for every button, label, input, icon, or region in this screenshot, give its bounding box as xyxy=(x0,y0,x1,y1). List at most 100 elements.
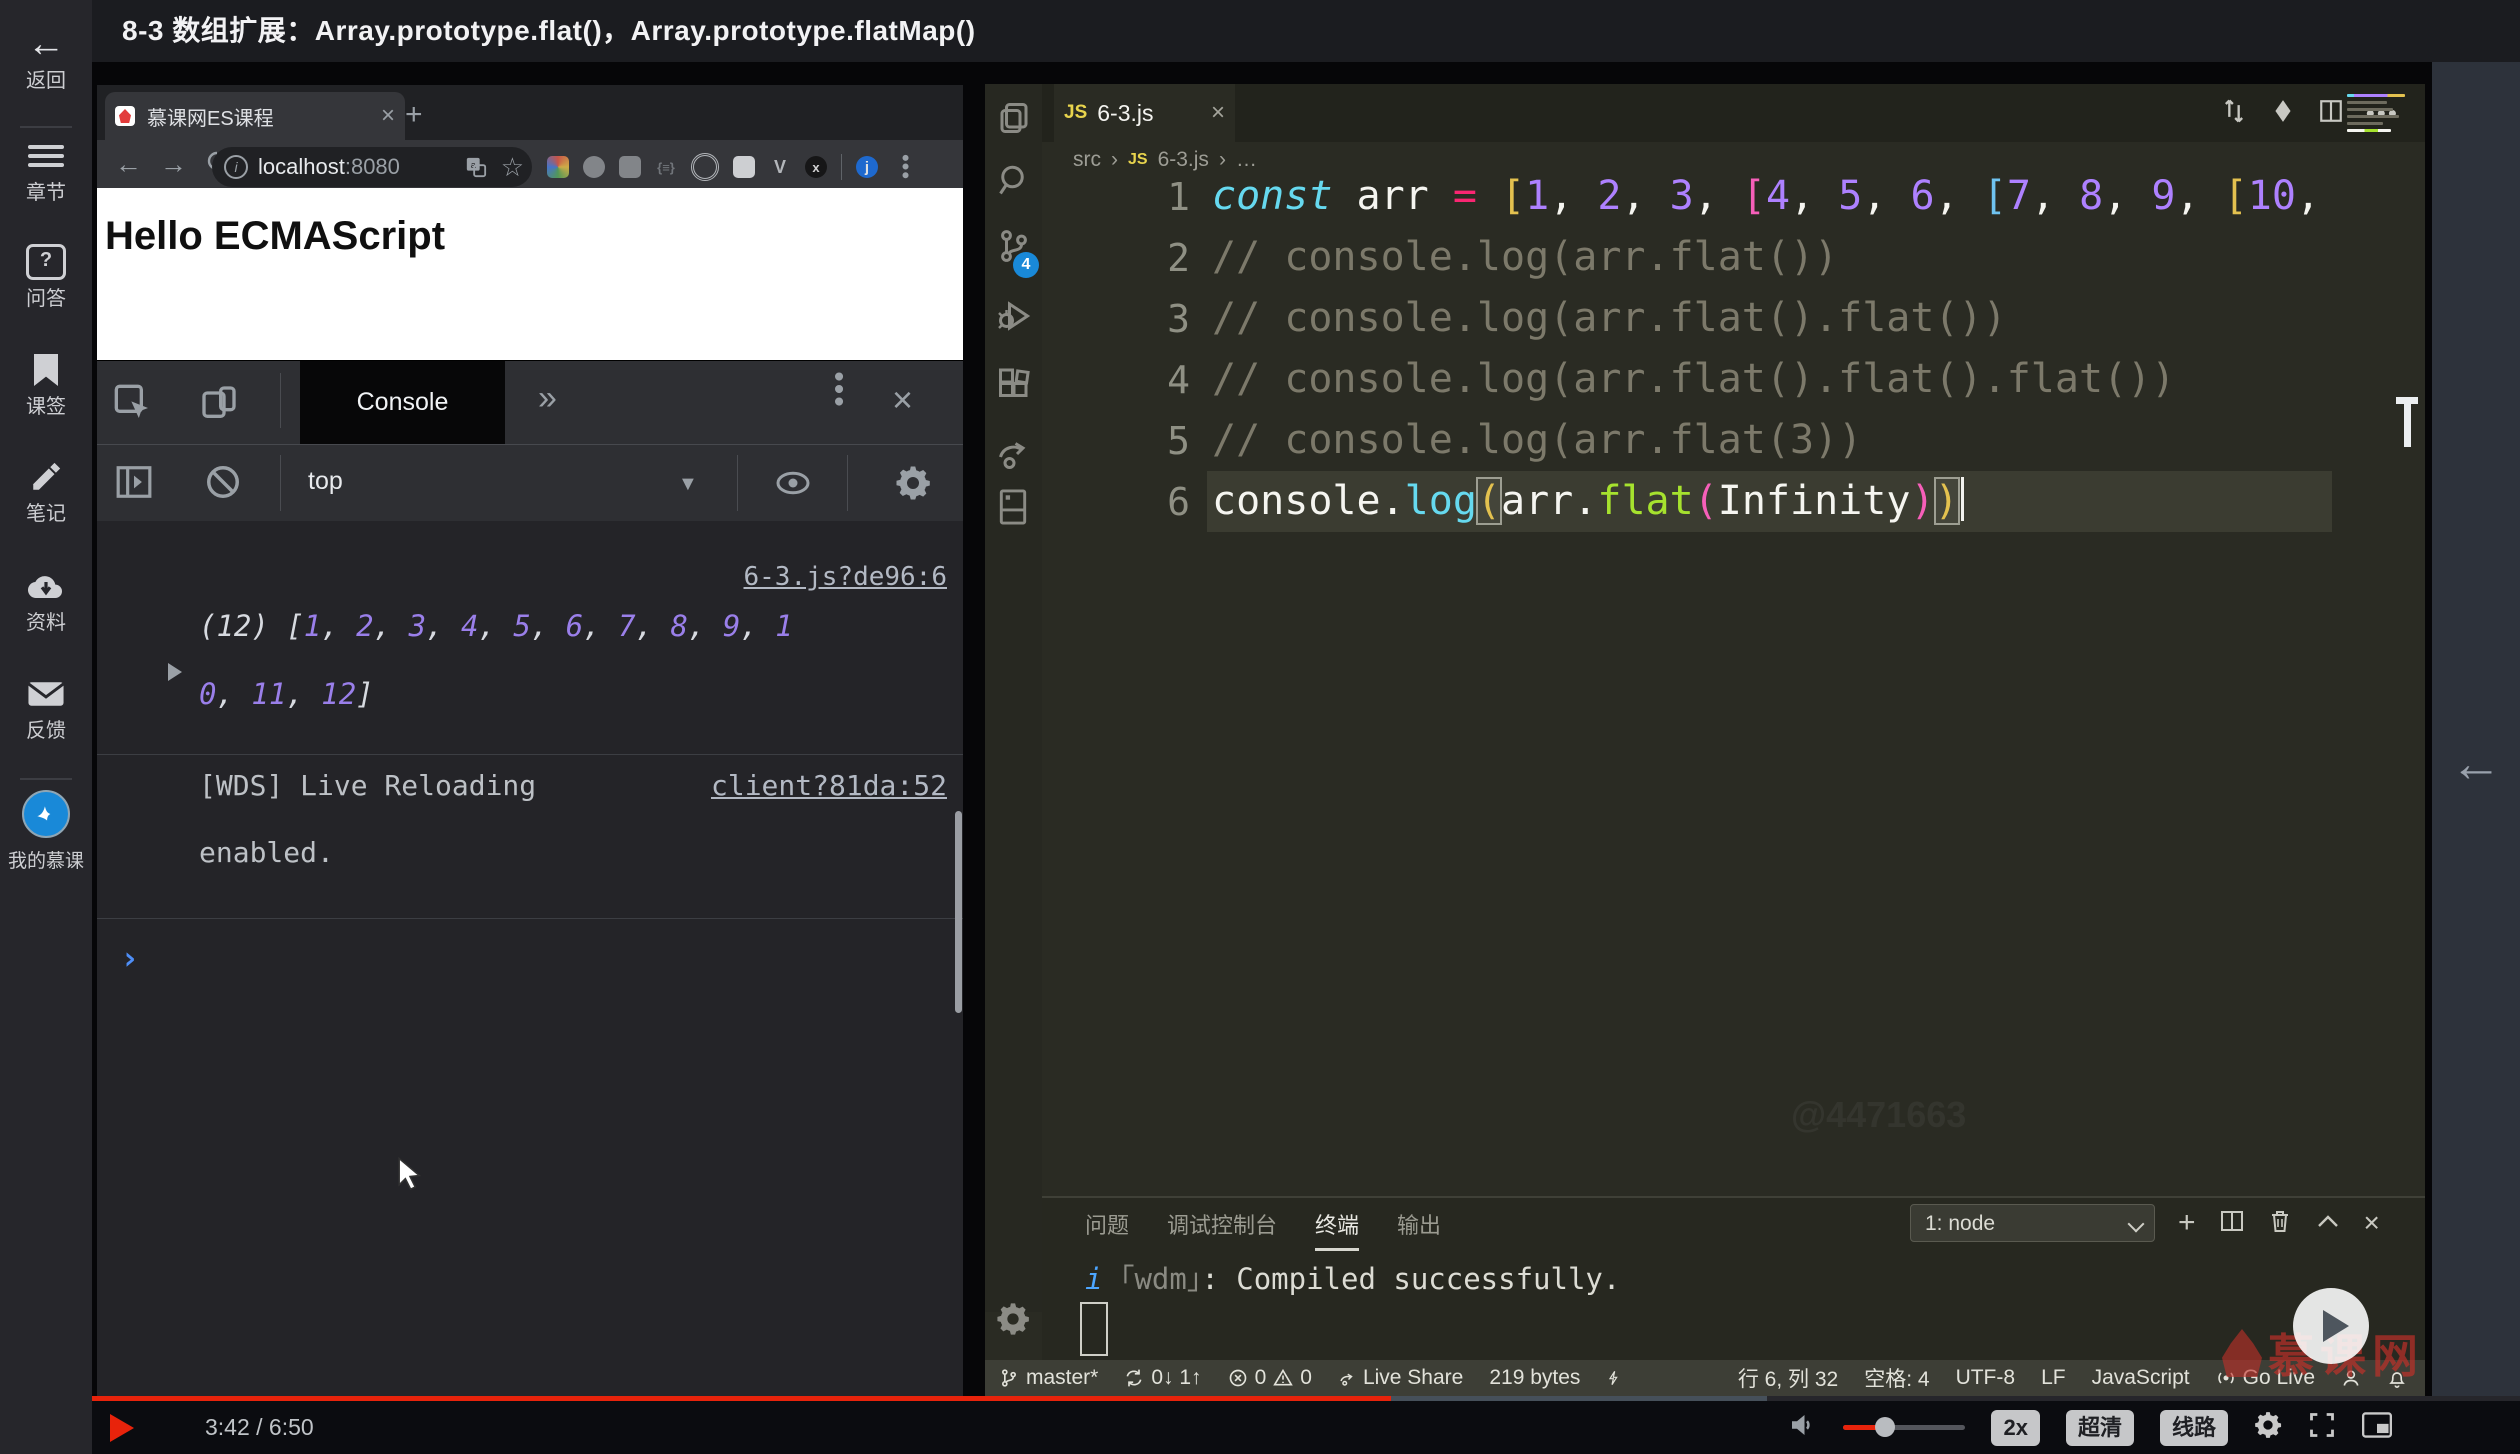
sidebar-item-bookmark[interactable]: 课签 xyxy=(0,350,92,419)
minimap[interactable] xyxy=(2347,90,2409,182)
eol-status[interactable]: LF xyxy=(2041,1366,2066,1390)
notebook-icon[interactable] xyxy=(996,488,1032,524)
indentation-status[interactable]: 空格: 4 xyxy=(1864,1363,1929,1393)
panel-tab-problems[interactable]: 问题 xyxy=(1085,1208,1129,1251)
materials-download-icon xyxy=(0,566,92,606)
context-selector[interactable]: top xyxy=(308,467,343,496)
file-size-status: 219 bytes xyxy=(1489,1366,1580,1390)
manage-gear-icon[interactable] xyxy=(996,1302,1032,1338)
forward-nav-icon[interactable]: → xyxy=(160,140,187,188)
browser-tab[interactable]: 慕课网ES课程 × xyxy=(105,92,405,140)
pip-icon[interactable] xyxy=(2362,1412,2392,1443)
extension-octopus-icon[interactable] xyxy=(619,156,641,178)
live-share-status[interactable]: Live Share xyxy=(1338,1366,1463,1390)
terminal-shell-select[interactable]: 1: node xyxy=(1910,1204,2155,1242)
compare-changes-icon[interactable] xyxy=(2220,97,2248,130)
sidebar-item-notes[interactable]: 笔记 xyxy=(0,457,92,526)
split-terminal-icon[interactable] xyxy=(2220,1209,2244,1238)
sync-status[interactable]: 0↓ 1↑ xyxy=(1124,1366,1201,1390)
sidebar-item-qa[interactable]: ? 问答 xyxy=(0,242,92,311)
console-sidebar-icon[interactable] xyxy=(115,463,153,506)
chrome-menu-icon[interactable]: ••• xyxy=(892,154,918,180)
player-settings-gear-icon[interactable] xyxy=(2254,1411,2282,1444)
play-overlay-button[interactable] xyxy=(2293,1288,2369,1364)
wds-source-link[interactable]: client?81da:52 xyxy=(711,769,947,802)
bolt-icon[interactable] xyxy=(1606,1367,1622,1389)
code-line-5: 5 // console.log(arr.flat(3)) xyxy=(1042,410,2425,471)
fullscreen-icon[interactable] xyxy=(2308,1411,2336,1444)
editor-tab-close-icon[interactable]: × xyxy=(1211,99,1225,127)
expand-left-arrow-icon[interactable]: ← xyxy=(2432,734,2520,794)
search-icon[interactable] xyxy=(996,162,1032,198)
context-dropdown-icon[interactable]: ▼ xyxy=(678,473,698,496)
kill-terminal-trash-icon[interactable] xyxy=(2268,1208,2292,1239)
sidebar-item-materials[interactable]: 资料 xyxy=(0,566,92,635)
live-share-icon[interactable] xyxy=(996,436,1032,472)
console-source-link[interactable]: 6-3.js?de96:6 xyxy=(744,562,948,592)
extension-x-icon[interactable]: x xyxy=(805,156,827,178)
translate-icon[interactable]: a xyxy=(465,156,487,178)
extension-box-icon[interactable] xyxy=(733,156,755,178)
panel-tab-debug-console[interactable]: 调试控制台 xyxy=(1167,1208,1277,1251)
site-info-icon[interactable]: i xyxy=(224,155,248,179)
close-panel-icon[interactable]: × xyxy=(2364,1207,2380,1239)
quality-button[interactable]: 超清 xyxy=(2066,1410,2134,1446)
play-icon xyxy=(2323,1310,2349,1342)
console-array-line1[interactable]: (12) [1, 2, 3, 4, 5, 6, 7, 8, 9, 1 xyxy=(199,609,793,643)
panel-tab-output[interactable]: 输出 xyxy=(1397,1208,1441,1251)
back-button[interactable]: ← 返回 xyxy=(0,24,92,93)
new-terminal-icon[interactable]: + xyxy=(2178,1206,2196,1240)
extension-braces-icon[interactable]: {≡} xyxy=(655,156,677,178)
editor-tab-6-3-js[interactable]: JS 6-3.js × xyxy=(1054,84,1235,142)
volume-knob[interactable] xyxy=(1875,1417,1895,1437)
bookmark-star-icon[interactable]: ☆ xyxy=(501,152,524,183)
device-toolbar-icon[interactable] xyxy=(199,383,239,428)
explorer-icon[interactable] xyxy=(996,100,1032,136)
sidebar-item-chapters[interactable]: 章节 xyxy=(0,136,92,205)
flame-icon xyxy=(2222,1329,2262,1377)
code-editor[interactable]: 1 const arr = [1, 2, 3, [4, 5, 6, [7, 8,… xyxy=(1042,166,2425,1196)
line-number: 1 xyxy=(1042,175,1190,219)
extension-ring-icon[interactable] xyxy=(691,153,719,181)
profile-avatar[interactable]: j xyxy=(856,156,878,178)
git-branch-status[interactable]: master* xyxy=(999,1366,1098,1390)
inspect-element-icon[interactable] xyxy=(113,383,153,428)
extension-color-icon[interactable] xyxy=(547,156,569,178)
run-debug-icon[interactable] xyxy=(996,298,1032,334)
back-nav-icon[interactable]: ← xyxy=(115,140,142,188)
panel-tab-terminal[interactable]: 终端 xyxy=(1315,1208,1359,1251)
maximize-panel-icon[interactable] xyxy=(2316,1212,2340,1235)
devtools-close-icon[interactable]: × xyxy=(892,379,913,421)
volume-icon[interactable] xyxy=(1787,1410,1817,1445)
split-editor-icon[interactable] xyxy=(2318,98,2344,129)
volume-slider[interactable] xyxy=(1843,1425,1965,1430)
console-scrollbar[interactable] xyxy=(955,811,962,1013)
console-divider xyxy=(97,754,963,755)
devtools-settings-gear-icon[interactable] xyxy=(895,465,931,506)
sidebar-item-my-imooc[interactable]: 我的慕课 xyxy=(0,790,92,873)
playback-speed-button[interactable]: 2x xyxy=(1991,1410,2039,1446)
play-button[interactable] xyxy=(110,1414,134,1442)
diamond-icon[interactable] xyxy=(2270,98,2296,129)
route-button[interactable]: 线路 xyxy=(2160,1410,2228,1446)
cursor-position-status[interactable]: 行 6, 列 32 xyxy=(1738,1363,1838,1393)
new-tab-icon[interactable]: + xyxy=(405,97,423,133)
language-status[interactable]: JavaScript xyxy=(2092,1366,2190,1390)
sidebar-item-feedback[interactable]: 反馈 xyxy=(0,674,92,743)
address-bar[interactable]: i localhost:8080 a ☆ xyxy=(212,147,532,187)
console-prompt-chevron[interactable]: › xyxy=(120,939,139,977)
devtools-menu-icon[interactable]: ••• xyxy=(821,371,855,409)
encoding-status[interactable]: UTF-8 xyxy=(1956,1366,2016,1390)
extensions-icon[interactable] xyxy=(996,367,1032,403)
more-tabs-icon[interactable]: » xyxy=(538,379,557,418)
extension-v-icon[interactable]: V xyxy=(769,156,791,178)
expand-array-icon[interactable] xyxy=(168,663,182,681)
problems-status[interactable]: 0 0 xyxy=(1228,1366,1312,1390)
tab-close-icon[interactable]: × xyxy=(381,102,395,130)
devtools-tab-console[interactable]: Console xyxy=(300,361,505,444)
back-arrow-icon: ← xyxy=(0,24,92,64)
code-line-6-current: 6 console.log(arr.flat(Infinity)) xyxy=(1042,471,2425,532)
clear-console-icon[interactable] xyxy=(204,463,242,506)
filter-eye-icon[interactable] xyxy=(775,465,811,506)
extension-gear-icon[interactable] xyxy=(583,156,605,178)
